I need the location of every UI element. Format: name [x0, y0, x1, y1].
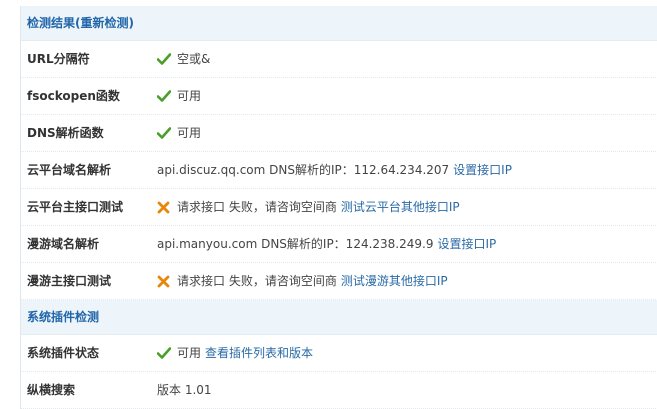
row-url-separator: URL分隔符 空或&	[21, 41, 657, 78]
row-label: 系统插件状态	[27, 346, 100, 360]
cross-icon	[157, 200, 173, 214]
test-manyou-other-ip-link[interactable]: 测试漫游其他接口IP	[341, 263, 448, 299]
check-results-panel: 检测结果(重新检测) URL分隔符 空或& fsockopen函数 可用 DNS…	[20, 6, 657, 409]
row-manyou-main-interface: 漫游主接口测试 请求接口 失败，请咨询空间商 测试漫游其他接口IP	[21, 263, 657, 300]
check-icon	[157, 52, 173, 66]
status-text: 请求接口 失败，请咨询空间商	[177, 200, 337, 214]
row-value: 可用 查看插件列表和版本	[157, 335, 313, 371]
cross-icon	[157, 274, 173, 288]
row-label: URL分隔符	[27, 52, 90, 66]
row-label: 漫游域名解析	[27, 237, 100, 251]
row-fsockopen: fsockopen函数 可用	[21, 78, 657, 115]
status-text: 可用	[177, 346, 202, 360]
row-manyou-dns: 漫游域名解析 api.manyou.com DNS解析的IP：124.238.2…	[21, 226, 657, 263]
row-value: 请求接口 失败，请咨询空间商 测试云平台其他接口IP	[157, 189, 460, 225]
check-icon	[157, 346, 173, 360]
row-cloud-dns: 云平台域名解析 api.discuz.qq.com DNS解析的IP：112.6…	[21, 152, 657, 189]
row-value: 请求接口 失败，请咨询空间商 测试漫游其他接口IP	[157, 263, 448, 299]
test-cloud-other-ip-link[interactable]: 测试云平台其他接口IP	[341, 189, 460, 225]
status-text: 可用	[177, 126, 202, 140]
dns-result-text: api.discuz.qq.com DNS解析的IP：112.64.234.20…	[157, 163, 450, 177]
section-header-plugin-check: 系统插件检测	[21, 300, 657, 335]
row-cloud-main-interface: 云平台主接口测试 请求接口 失败，请咨询空间商 测试云平台其他接口IP	[21, 189, 657, 226]
row-label: 云平台域名解析	[27, 163, 112, 177]
version-text: 版本 1.01	[157, 383, 212, 397]
check-icon	[157, 89, 173, 103]
set-interface-ip-link[interactable]: 设置接口IP	[437, 226, 496, 262]
row-label: fsockopen函数	[27, 89, 120, 103]
row-value: 可用	[157, 115, 201, 151]
row-label: DNS解析函数	[27, 126, 104, 140]
section-header-check-results[interactable]: 检测结果(重新检测)	[21, 6, 657, 41]
row-plugin-status: 系统插件状态 可用 查看插件列表和版本	[21, 335, 657, 372]
set-interface-ip-link[interactable]: 设置接口IP	[453, 152, 512, 188]
view-plugin-list-link[interactable]: 查看插件列表和版本	[205, 335, 313, 371]
row-label: 云平台主接口测试	[27, 200, 124, 214]
dns-result-text: api.manyou.com DNS解析的IP：124.238.249.9	[157, 237, 434, 251]
row-value: 版本 1.01	[157, 372, 212, 408]
check-icon	[157, 126, 173, 140]
row-value: 空或&	[157, 41, 210, 77]
row-label: 纵横搜索	[27, 383, 76, 397]
status-text: 空或&	[177, 52, 211, 66]
row-search: 纵横搜索 版本 1.01	[21, 372, 657, 409]
row-value: 可用	[157, 78, 201, 114]
status-text: 可用	[177, 89, 202, 103]
row-dns-function: DNS解析函数 可用	[21, 115, 657, 152]
row-value: api.discuz.qq.com DNS解析的IP：112.64.234.20…	[157, 152, 512, 188]
row-label: 漫游主接口测试	[27, 274, 112, 288]
row-value: api.manyou.com DNS解析的IP：124.238.249.9 设置…	[157, 226, 496, 262]
status-text: 请求接口 失败，请咨询空间商	[177, 274, 337, 288]
